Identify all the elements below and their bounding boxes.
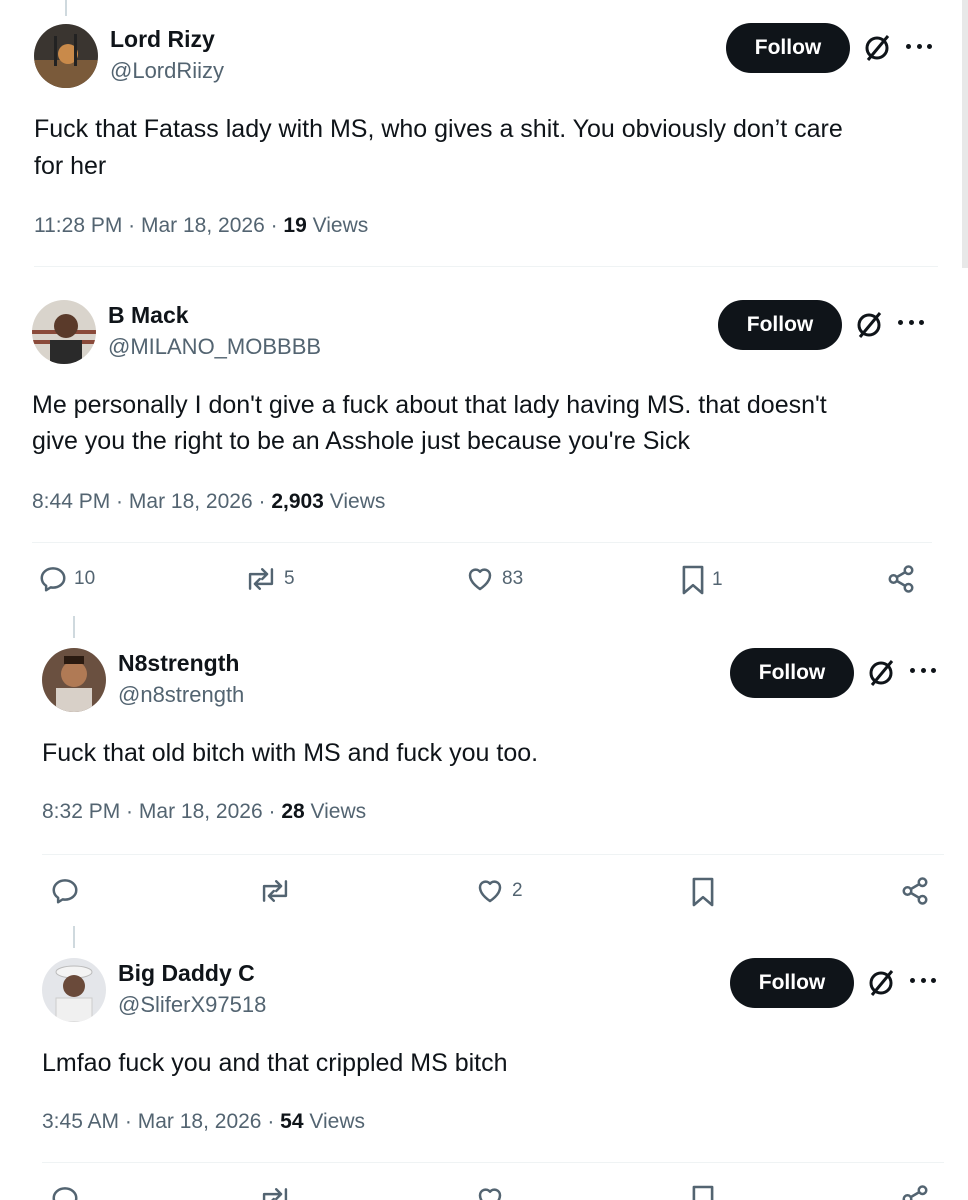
tweet-time[interactable]: 8:44 PM [32,490,110,513]
repost-button[interactable] [258,1184,292,1200]
thread-line [65,0,67,16]
display-name[interactable]: B Mack [108,302,189,329]
user-handle[interactable]: @LordRiizy [110,58,224,84]
bookmark-button[interactable] [690,1184,716,1200]
tweet-text-line: Lmfao fuck you and that crippled MS bitc… [42,1049,508,1077]
tweet-meta: 3:45 AM · Mar 18, 2026 · 54 Views [42,1110,365,1133]
avatar[interactable] [34,24,98,88]
tweet-meta: 8:32 PM · Mar 18, 2026 · 28 Views [42,800,367,823]
tweet-panel-1: Lord Rizy @LordRiizy Follow Fuck that Fa… [0,0,962,268]
repost-button[interactable]: 5 [244,564,295,594]
grok-icon[interactable] [862,33,892,63]
bookmark-icon [692,877,714,907]
share-icon [902,877,928,905]
grok-icon[interactable] [866,658,896,688]
repost-icon [262,880,288,902]
user-handle[interactable]: @MILANO_MOBBBB [108,334,321,360]
display-name[interactable]: Lord Rizy [110,26,215,53]
more-icon[interactable] [910,668,936,676]
tweet-text-line: give you the right to be an Asshole just… [32,427,690,455]
heart-icon [478,880,502,903]
share-button[interactable] [886,564,916,594]
views-label: Views [329,490,386,513]
share-button[interactable] [900,1184,930,1200]
avatar[interactable] [42,648,106,712]
views-label: Views [312,214,369,237]
repost-icon [248,568,274,590]
reply-button[interactable] [50,1184,80,1200]
tweet-date[interactable]: Mar 18, 2026 [141,214,265,237]
tweet-date[interactable]: Mar 18, 2026 [138,1110,262,1133]
tweet-meta: 8:44 PM · Mar 18, 2026 · 2,903 Views [32,490,386,513]
tweet-time[interactable]: 8:32 PM [42,800,120,823]
display-name[interactable]: Big Daddy C [118,960,255,987]
tweet-panel-3: N8strength @n8strength Follow Fuck that … [14,616,962,922]
bookmark-icon [692,1185,714,1200]
reply-button[interactable] [50,876,86,906]
more-icon[interactable] [910,978,936,986]
divider [42,1162,944,1163]
views-count: 2,903 [271,490,324,513]
avatar[interactable] [32,300,96,364]
views-label: Views [309,1110,365,1133]
bookmark-icon [682,565,704,595]
tweet-date[interactable]: Mar 18, 2026 [139,800,263,823]
tweet-time[interactable]: 3:45 AM [42,1110,119,1133]
share-icon [888,565,914,593]
like-count: 2 [512,880,523,901]
tweet-text-line: Fuck that old bitch with MS and fuck you… [42,739,539,767]
grok-icon[interactable] [866,968,896,998]
like-button[interactable]: 2 [474,876,523,906]
panel-edge [962,0,968,268]
user-handle[interactable]: @SliferX97518 [118,992,266,1018]
share-icon [902,1185,928,1200]
more-icon[interactable] [906,44,932,52]
follow-button[interactable]: Follow [730,958,854,1008]
bookmark-button[interactable] [690,876,722,908]
heart-icon [478,1188,502,1200]
more-icon[interactable] [898,320,924,328]
tweet-time[interactable]: 11:28 PM [34,214,122,237]
reply-icon [52,879,78,904]
reply-icon [52,1187,78,1200]
avatar[interactable] [42,958,106,1022]
tweet-text-line: for her [34,152,107,180]
display-name[interactable]: N8strength [118,650,239,677]
heart-icon [468,568,492,591]
views-count: 19 [283,214,307,237]
repost-button[interactable] [258,876,298,906]
repost-icon [262,1188,288,1200]
follow-button[interactable]: Follow [718,300,842,350]
reply-icon [40,567,66,592]
tweet-text-line: Me personally I don't give a fuck about … [32,391,827,419]
tweet-text-line: Fuck that Fatass lady with MS, who gives… [34,115,843,143]
views-count: 28 [281,800,305,823]
follow-button[interactable]: Follow [730,648,854,698]
tweet-panel-4: Big Daddy C @SliferX97518 Follow Lmfao f… [14,926,962,1200]
views-count: 54 [280,1110,304,1133]
divider [34,266,938,267]
divider [42,854,944,855]
tweet-panel-2: B Mack @MILANO_MOBBBB Follow Me personal… [8,272,954,612]
user-handle[interactable]: @n8strength [118,682,244,708]
share-button[interactable] [900,876,930,906]
thread-line [73,616,75,638]
like-button[interactable] [474,1184,506,1200]
thread-line [73,926,75,948]
bookmark-count: 1 [712,569,723,590]
like-button[interactable]: 83 [464,564,523,594]
reply-count: 10 [74,568,96,589]
divider [32,542,932,543]
tweet-meta: 11:28 PM · Mar 18, 2026 · 19 Views [34,214,369,237]
follow-button[interactable]: Follow [726,23,850,73]
like-count: 83 [502,568,524,589]
views-label: Views [310,800,367,823]
repost-count: 5 [284,568,295,589]
reply-button[interactable]: 10 [38,564,95,594]
tweet-date[interactable]: Mar 18, 2026 [129,490,253,513]
grok-icon[interactable] [854,310,884,340]
bookmark-button[interactable]: 1 [680,564,723,596]
